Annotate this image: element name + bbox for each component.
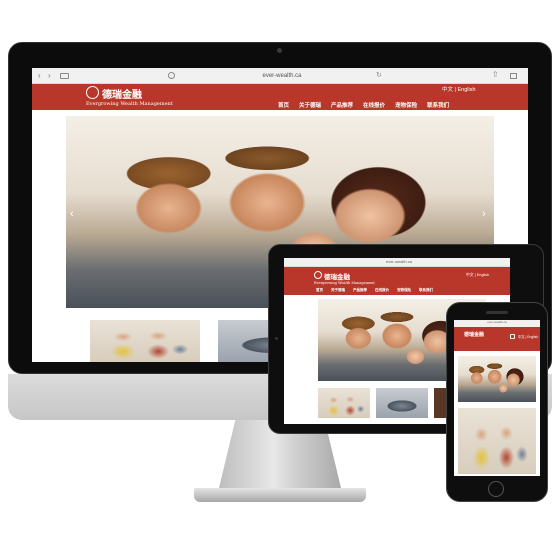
shield-icon[interactable] [168,72,175,79]
nav-item-about[interactable]: 关于德瑞 [299,101,321,109]
imac-base [194,488,366,502]
phone-speaker [486,311,508,314]
phone-screen: ever-wealth.ca 德瑞金融 中文 | English [454,320,540,476]
phone-language-switch[interactable]: 中文 | English [518,334,538,339]
forward-arrow-icon[interactable]: › [48,71,51,80]
nav-item-home[interactable]: 首页 [316,288,323,293]
tablet-site-tagline: Evergrowing Wealth Management [314,281,375,285]
main-nav: 首页 关于德瑞 产品推荐 在线报价 宠物保险 联系我们 [278,101,518,109]
phone-thumbnail-family[interactable] [458,408,536,474]
nav-item-quote[interactable]: 在线报价 [375,288,389,293]
phone-hero-image[interactable] [458,356,536,402]
phone-site-logo[interactable]: 德瑞金融 [464,331,484,338]
nav-item-pet-insurance[interactable]: 宠物保险 [395,101,417,109]
tablet-browser-toolbar: ever-wealth.ca [284,258,510,267]
nav-item-products[interactable]: 产品推荐 [353,288,367,293]
reload-icon[interactable]: ↻ [376,71,382,79]
logo-seal-icon[interactable] [86,86,99,99]
nav-item-about[interactable]: 关于德瑞 [331,288,345,293]
menu-icon[interactable] [510,334,515,339]
site-logo[interactable]: 德瑞金融 [102,86,142,101]
nav-item-quote[interactable]: 在线报价 [363,101,385,109]
nav-item-home[interactable]: 首页 [278,101,289,109]
home-button-icon [488,481,504,497]
nav-item-products[interactable]: 产品推荐 [331,101,353,109]
tabs-icon[interactable] [510,73,517,79]
tablet-address-bar[interactable]: ever-wealth.ca [364,259,434,264]
camera-icon [275,337,278,340]
tablet-thumbnail-family[interactable] [318,388,370,418]
tablet-main-nav: 首页 关于德瑞 产品推荐 在线报价 宠物保险 联系我们 [316,288,433,293]
nav-item-contact[interactable]: 联系我们 [427,101,449,109]
share-icon[interactable]: ⇧ [492,70,499,79]
language-switch[interactable]: 中文 | English [442,85,476,93]
phone-browser-toolbar: ever-wealth.ca [454,320,540,327]
site-tagline: Evergrowing Wealth Management [86,101,173,107]
browser-toolbar: ‹ › ever-wealth.ca ↻ ⇧ [32,68,528,84]
phone-address-bar[interactable]: ever-wealth.ca [474,320,520,324]
camera-icon [277,48,282,53]
logo-seal-icon[interactable] [314,271,322,279]
nav-item-contact[interactable]: 联系我们 [419,288,433,293]
slide-next-icon[interactable]: › [482,208,486,220]
nav-item-pet-insurance[interactable]: 宠物保险 [397,288,411,293]
feature-thumbnail-family[interactable] [90,320,200,362]
tablet-language-switch[interactable]: 中文 | English [466,273,489,278]
address-bar[interactable]: ever-wealth.ca [192,72,372,81]
back-arrow-icon[interactable]: ‹ [38,71,41,80]
slide-prev-icon[interactable]: ‹ [70,208,74,220]
tablet-site-logo[interactable]: 德瑞金融 [324,271,350,281]
tablet-thumbnail-car[interactable] [376,388,428,418]
sidebar-icon[interactable] [60,73,69,79]
